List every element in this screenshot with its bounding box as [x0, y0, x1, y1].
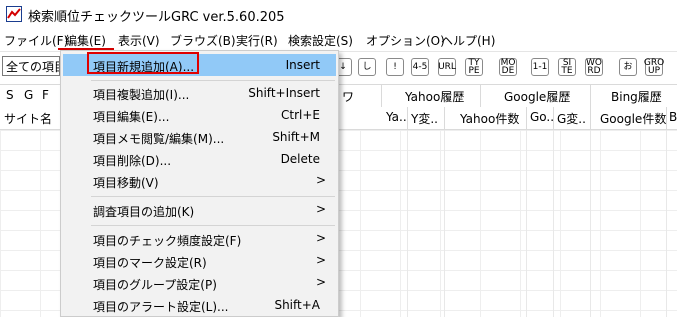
menu-separator	[91, 196, 335, 197]
menu-item-label: 調査項目の追加(K)	[93, 205, 195, 219]
menu-item-shortcut: Delete	[280, 152, 320, 166]
header-divider	[666, 107, 667, 129]
menu-item-shortcut: Ctrl+E	[281, 108, 320, 122]
header-y-change[interactable]: Y変..	[411, 110, 438, 127]
toolbar-url-button[interactable]: URL	[438, 58, 456, 76]
grid-column-line	[666, 130, 667, 317]
menu-item-duplicate[interactable]: 項目複製追加(I)... Shift+Insert	[63, 82, 336, 104]
header-ya[interactable]: Ya..	[386, 110, 407, 124]
grid-column-line	[526, 130, 527, 317]
toolbar-o-button[interactable]: お	[619, 58, 637, 76]
toolbar-group-button[interactable]: GRO UP	[644, 58, 664, 76]
header-google-history[interactable]: Google履歴	[504, 88, 570, 105]
header-divider	[381, 85, 382, 107]
menu-item-mark[interactable]: 項目のマーク設定(R) >	[63, 250, 336, 272]
menu-item-delete[interactable]: 項目削除(D)... Delete	[63, 148, 336, 170]
highlight-box	[87, 52, 199, 74]
window-title: 検索順位チェックツールGRC ver.5.60.205	[28, 10, 285, 25]
menu-run[interactable]: 実行(R)	[236, 32, 278, 49]
menu-item-label: 項目のマーク設定(R)	[93, 256, 207, 270]
submenu-arrow-icon: >	[315, 231, 326, 245]
header-divider	[590, 85, 591, 107]
menu-item-memo[interactable]: 項目メモ閲覧/編集(M)... Shift+M	[63, 126, 336, 148]
group-select[interactable]: 全ての項目	[2, 56, 60, 76]
header-divider	[407, 107, 408, 129]
menu-item-label: 項目複製追加(I)...	[93, 88, 190, 102]
menu-edit[interactable]: 編集(E)	[65, 32, 106, 49]
menu-item-label: 項目のチェック頻度設定(F)	[93, 234, 242, 248]
header-g-change[interactable]: G変..	[557, 110, 586, 127]
app-icon	[6, 6, 22, 22]
header-bing-history[interactable]: Bing履歴	[611, 88, 662, 105]
menu-item-label: 項目削除(D)...	[93, 154, 172, 168]
header-divider	[526, 107, 527, 129]
grid-column-line	[590, 130, 591, 317]
menu-item-edit[interactable]: 項目編集(E)... Ctrl+E	[63, 104, 336, 126]
toolbar-mode-button[interactable]: MO DE	[499, 58, 517, 76]
menu-item-label: 項目のアラート設定(L)...	[93, 300, 229, 314]
header-f[interactable]: F	[42, 88, 49, 102]
header-divider	[590, 107, 591, 129]
header-divider	[553, 107, 554, 129]
toolbar-alert-button[interactable]: !	[386, 58, 404, 76]
submenu-arrow-icon: >	[315, 202, 326, 216]
submenu-arrow-icon: >	[315, 253, 326, 267]
menu-separator	[91, 225, 335, 226]
toolbar-shi-button[interactable]: し	[358, 58, 376, 76]
menu-file[interactable]: ファイル(F)	[4, 32, 68, 49]
header-divider	[480, 85, 481, 107]
menu-item-group[interactable]: 項目のグループ設定(P) >	[63, 272, 336, 294]
title-bar: 検索順位チェックツールGRC ver.5.60.205	[0, 0, 677, 28]
menu-item-add-survey[interactable]: 調査項目の追加(K) >	[63, 199, 336, 221]
header-divider	[444, 107, 445, 129]
toolbar-1-1-button[interactable]: 1-1	[531, 58, 549, 76]
menu-item-shortcut: Shift+M	[272, 130, 320, 144]
edit-menu-dropdown: 項目新規追加(A)... Insert 項目複製追加(I)... Shift+I…	[60, 50, 339, 317]
menu-item-alert[interactable]: 項目のアラート設定(L)... Shift+A	[63, 294, 336, 316]
header-wa[interactable]: ワ	[342, 88, 354, 105]
menu-item-label: 項目移動(V)	[93, 176, 159, 190]
menu-item-label: 項目のグループ設定(P)	[93, 278, 217, 292]
grid-column-line	[553, 130, 554, 317]
menu-separator	[91, 80, 335, 81]
toolbar-site-button[interactable]: SI TE	[558, 58, 576, 76]
menu-item-label: 項目編集(E)...	[93, 110, 170, 124]
menu-item-shortcut: Shift+A	[274, 298, 320, 312]
grid-column-line	[407, 130, 408, 317]
header-yahoo-history[interactable]: Yahoo履歴	[405, 88, 464, 105]
header-site-name[interactable]: サイト名	[4, 110, 52, 127]
menu-item-move[interactable]: 項目移動(V) >	[63, 170, 336, 192]
toolbar-word-button[interactable]: WO RD	[585, 58, 603, 76]
header-go[interactable]: Go..	[530, 110, 554, 124]
menu-item-label: 項目メモ閲覧/編集(M)...	[93, 132, 225, 146]
toolbar-rank-button[interactable]: 4-5	[411, 58, 429, 76]
menu-options[interactable]: オプション(O)	[366, 32, 445, 49]
menu-item-check-frequency[interactable]: 項目のチェック頻度設定(F) >	[63, 228, 336, 250]
menu-item-shortcut: Insert	[285, 58, 320, 72]
menu-item-shortcut: Shift+Insert	[248, 86, 320, 100]
header-s[interactable]: S	[6, 88, 14, 102]
menu-search-settings[interactable]: 検索設定(S)	[288, 32, 353, 49]
menu-bar: ファイル(F) 編集(E) 表示(V) ブラウズ(B) 実行(R) 検索設定(S…	[0, 28, 677, 50]
header-google-count[interactable]: Google件数	[600, 110, 666, 127]
submenu-arrow-icon: >	[315, 275, 326, 289]
header-g[interactable]: G	[24, 88, 33, 102]
header-yahoo-count[interactable]: Yahoo件数	[460, 110, 519, 127]
menu-view[interactable]: 表示(V)	[118, 32, 160, 49]
menu-browse[interactable]: ブラウズ(B)	[170, 32, 236, 49]
submenu-arrow-icon: >	[315, 173, 326, 187]
menu-help[interactable]: ヘルプ(H)	[441, 32, 495, 49]
toolbar-type-button[interactable]: TY PE	[465, 58, 483, 76]
grid-column-line	[444, 130, 445, 317]
header-bi[interactable]: Bi	[669, 110, 677, 124]
